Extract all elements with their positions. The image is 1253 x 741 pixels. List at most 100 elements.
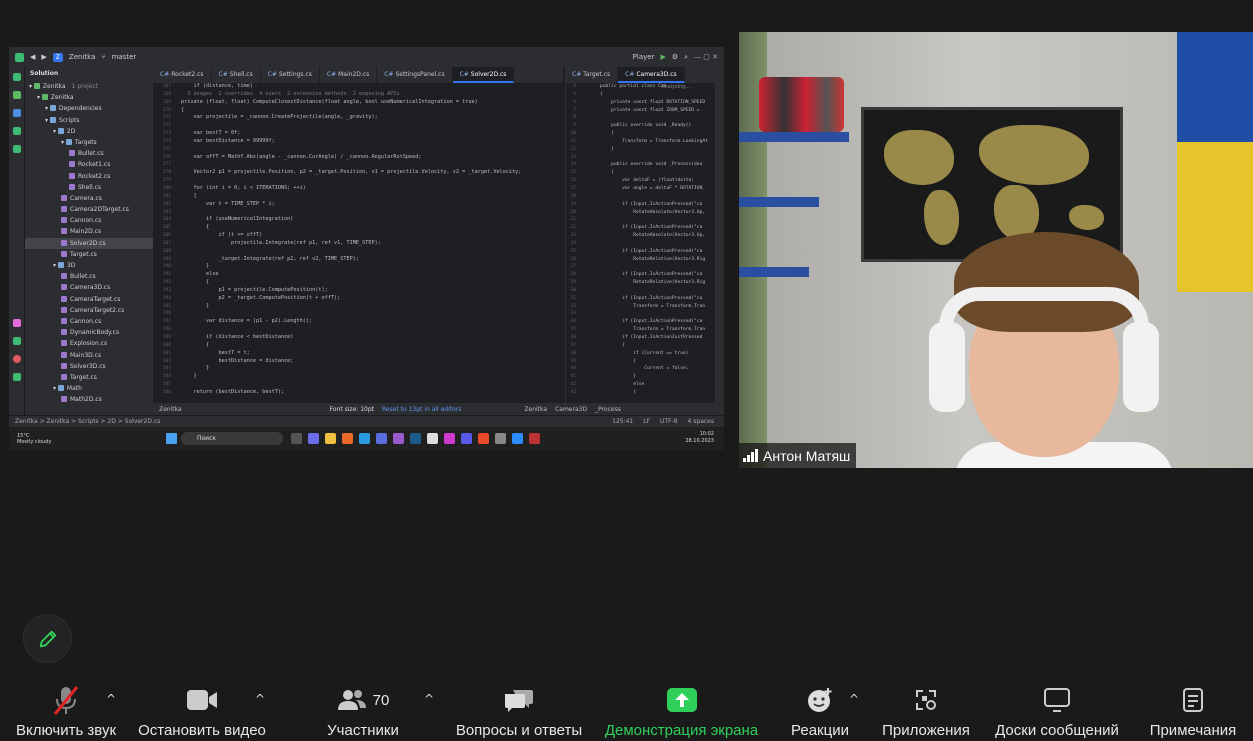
code-line[interactable]: var offT = Mathf.Abs(angle - _cannon.Cur… <box>181 154 561 162</box>
problems-icon[interactable] <box>13 355 21 363</box>
status-breadcrumb[interactable]: Zenitka > Zenitka > Scripts > 2D > Solve… <box>15 418 160 425</box>
participants-button[interactable]: 70 Участники <box>326 678 400 741</box>
code-line[interactable]: { <box>600 342 715 350</box>
code-line[interactable]: } <box>181 365 561 373</box>
tree-item[interactable]: Main2D.cs <box>25 226 153 237</box>
tree-item[interactable]: ▾ 2D <box>25 126 153 137</box>
tree-item[interactable]: Bullet.cs <box>25 148 153 159</box>
code-line[interactable]: return (bestDistance, bestT); <box>181 389 561 397</box>
code-line[interactable]: Transform = Transform.Tran <box>600 326 715 334</box>
code-line[interactable]: p1 = projectile.ComputePosition(t); <box>181 287 561 295</box>
code-line[interactable]: } <box>600 146 715 154</box>
app-icon[interactable] <box>393 433 404 444</box>
code-line[interactable]: Transform = Transform.Tran <box>600 303 715 311</box>
tree-item[interactable]: ▾ Zenitka 1 project <box>25 81 153 92</box>
tree-item[interactable]: Camera.cs <box>25 193 153 204</box>
tree-item[interactable]: Shell.cs <box>25 182 153 193</box>
code-line[interactable]: var angle = deltaF * ROTATION_ <box>600 185 715 193</box>
code-line[interactable]: Current = false; <box>600 365 715 373</box>
editor-breadcrumb-right-3[interactable]: _Process <box>595 406 621 413</box>
tree-item[interactable]: ▾ Zenitka <box>25 92 153 103</box>
editor-tab[interactable]: C# Shell.cs <box>212 67 261 83</box>
qa-button[interactable]: Вопросы и ответы <box>455 678 583 741</box>
project-badge[interactable]: Z <box>52 52 63 62</box>
code-line[interactable]: if (Current == true) <box>600 350 715 358</box>
editor-tab[interactable]: C# Camera3D.cs <box>618 67 685 83</box>
editor-breadcrumb-right-2[interactable]: Camera3D <box>555 406 587 413</box>
telegram-icon[interactable] <box>359 433 370 444</box>
taskbar-clock[interactable]: 10:02 28.10.2023 <box>685 431 714 445</box>
code-line[interactable]: var projectile = _cannon.CreateProjectil… <box>181 114 561 122</box>
indent-setting[interactable]: 4 spaces <box>688 418 714 425</box>
tree-item[interactable]: Camera3D.cs <box>25 282 153 293</box>
tree-item[interactable]: Solver3D.cs <box>25 361 153 372</box>
code-line[interactable] <box>600 287 715 295</box>
tree-item[interactable]: Bullet.cs <box>25 271 153 282</box>
terminal-icon[interactable] <box>13 337 21 345</box>
participants-options-caret-icon[interactable]: ^ <box>424 692 434 706</box>
code-line[interactable]: var deltaF = (float)delta; <box>600 177 715 185</box>
chat-icon[interactable] <box>308 433 319 444</box>
code-line[interactable]: private const float ZOOM_SPEED = <box>600 107 715 115</box>
code-line[interactable] <box>600 263 715 271</box>
tree-item[interactable]: Rocket1.cs <box>25 159 153 170</box>
code-line[interactable]: { <box>600 389 715 397</box>
code-line[interactable]: } <box>600 373 715 381</box>
code-line[interactable]: { <box>181 342 561 350</box>
code-line[interactable] <box>600 240 715 248</box>
code-line[interactable]: public override void _Ready() <box>600 122 715 130</box>
tree-item[interactable]: ▾ Scripts <box>25 115 153 126</box>
tree-item[interactable]: ▾ Targets <box>25 137 153 148</box>
code-line[interactable]: if (distance, time) <box>181 83 561 91</box>
code-line[interactable]: { <box>600 358 715 366</box>
file-encoding[interactable]: UTF-8 <box>660 418 678 425</box>
code-content[interactable]: if (distance, time) 3 usages 2 overrides… <box>181 83 561 403</box>
whiteboards-button[interactable]: Доски сообщений <box>992 678 1122 741</box>
powerpoint-icon[interactable] <box>478 433 489 444</box>
tree-item[interactable]: Target.cs <box>25 372 153 383</box>
plugins-icon[interactable] <box>13 319 21 327</box>
tree-item[interactable]: CameraTarget2.cs <box>25 305 153 316</box>
reactions-button[interactable]: Реакции <box>790 678 850 741</box>
editor-tab[interactable]: C# Solver2D.cs <box>452 67 515 83</box>
code-line[interactable]: if (Input.IsActionPressed("ca <box>600 201 715 209</box>
code-content-right[interactable]: public partial class Cam{ private const … <box>600 83 715 403</box>
tree-item[interactable]: Target.cs <box>25 249 153 260</box>
windows-start-icon[interactable] <box>166 433 177 444</box>
code-line[interactable]: private (float, float) ComputeClosestDis… <box>181 99 561 107</box>
share-screen-button[interactable]: Демонстрация экрана <box>603 678 760 741</box>
code-line[interactable]: } <box>181 373 561 381</box>
project-name[interactable]: Zenitka <box>69 53 95 61</box>
code-line[interactable]: if (Input.IsActionPressed("ca <box>600 271 715 279</box>
notes-button[interactable]: Примечания <box>1146 678 1240 741</box>
discord-icon[interactable] <box>376 433 387 444</box>
run-config[interactable]: Player <box>633 53 655 61</box>
code-line[interactable] <box>181 326 561 334</box>
code-line[interactable]: for (int i = 0; i < ITERATIONS; ++i) <box>181 185 561 193</box>
app-icon-4[interactable] <box>529 433 540 444</box>
code-line[interactable]: else <box>181 271 561 279</box>
tree-item[interactable]: ▾ Dependencies <box>25 103 153 114</box>
structure-icon[interactable] <box>13 109 21 117</box>
code-line[interactable] <box>181 161 561 169</box>
editor-tab[interactable]: C# Main2D.cs <box>320 67 378 83</box>
code-line[interactable]: Vector2 p1 = projectile.Position, p2 = _… <box>181 169 561 177</box>
commit-icon[interactable] <box>13 91 21 99</box>
code-line[interactable]: RotateRelative(Vector3.Rig <box>600 256 715 264</box>
code-line[interactable]: bestT = t; <box>181 350 561 358</box>
code-line[interactable] <box>181 122 561 130</box>
code-line[interactable]: if (Input.IsActionPressed("ca <box>600 318 715 326</box>
code-line[interactable]: var distance = (p1 - p2).Length(); <box>181 318 561 326</box>
debug-icon[interactable]: ⚙ <box>672 53 678 61</box>
code-line[interactable] <box>181 177 561 185</box>
app-icon-2[interactable] <box>427 433 438 444</box>
tree-item[interactable]: DynamicBody.cs <box>25 327 153 338</box>
code-line[interactable]: { <box>600 169 715 177</box>
editor-tab[interactable]: C# Target.cs <box>565 67 619 83</box>
line-ending[interactable]: LF <box>643 418 650 425</box>
tree-item[interactable]: Math2D.cs <box>25 394 153 405</box>
code-line[interactable] <box>181 248 561 256</box>
explorer-app-icon[interactable] <box>325 433 336 444</box>
code-line[interactable]: public override void _Process(dou <box>600 161 715 169</box>
code-line[interactable]: Transform = Transform.LookingAt <box>600 138 715 146</box>
